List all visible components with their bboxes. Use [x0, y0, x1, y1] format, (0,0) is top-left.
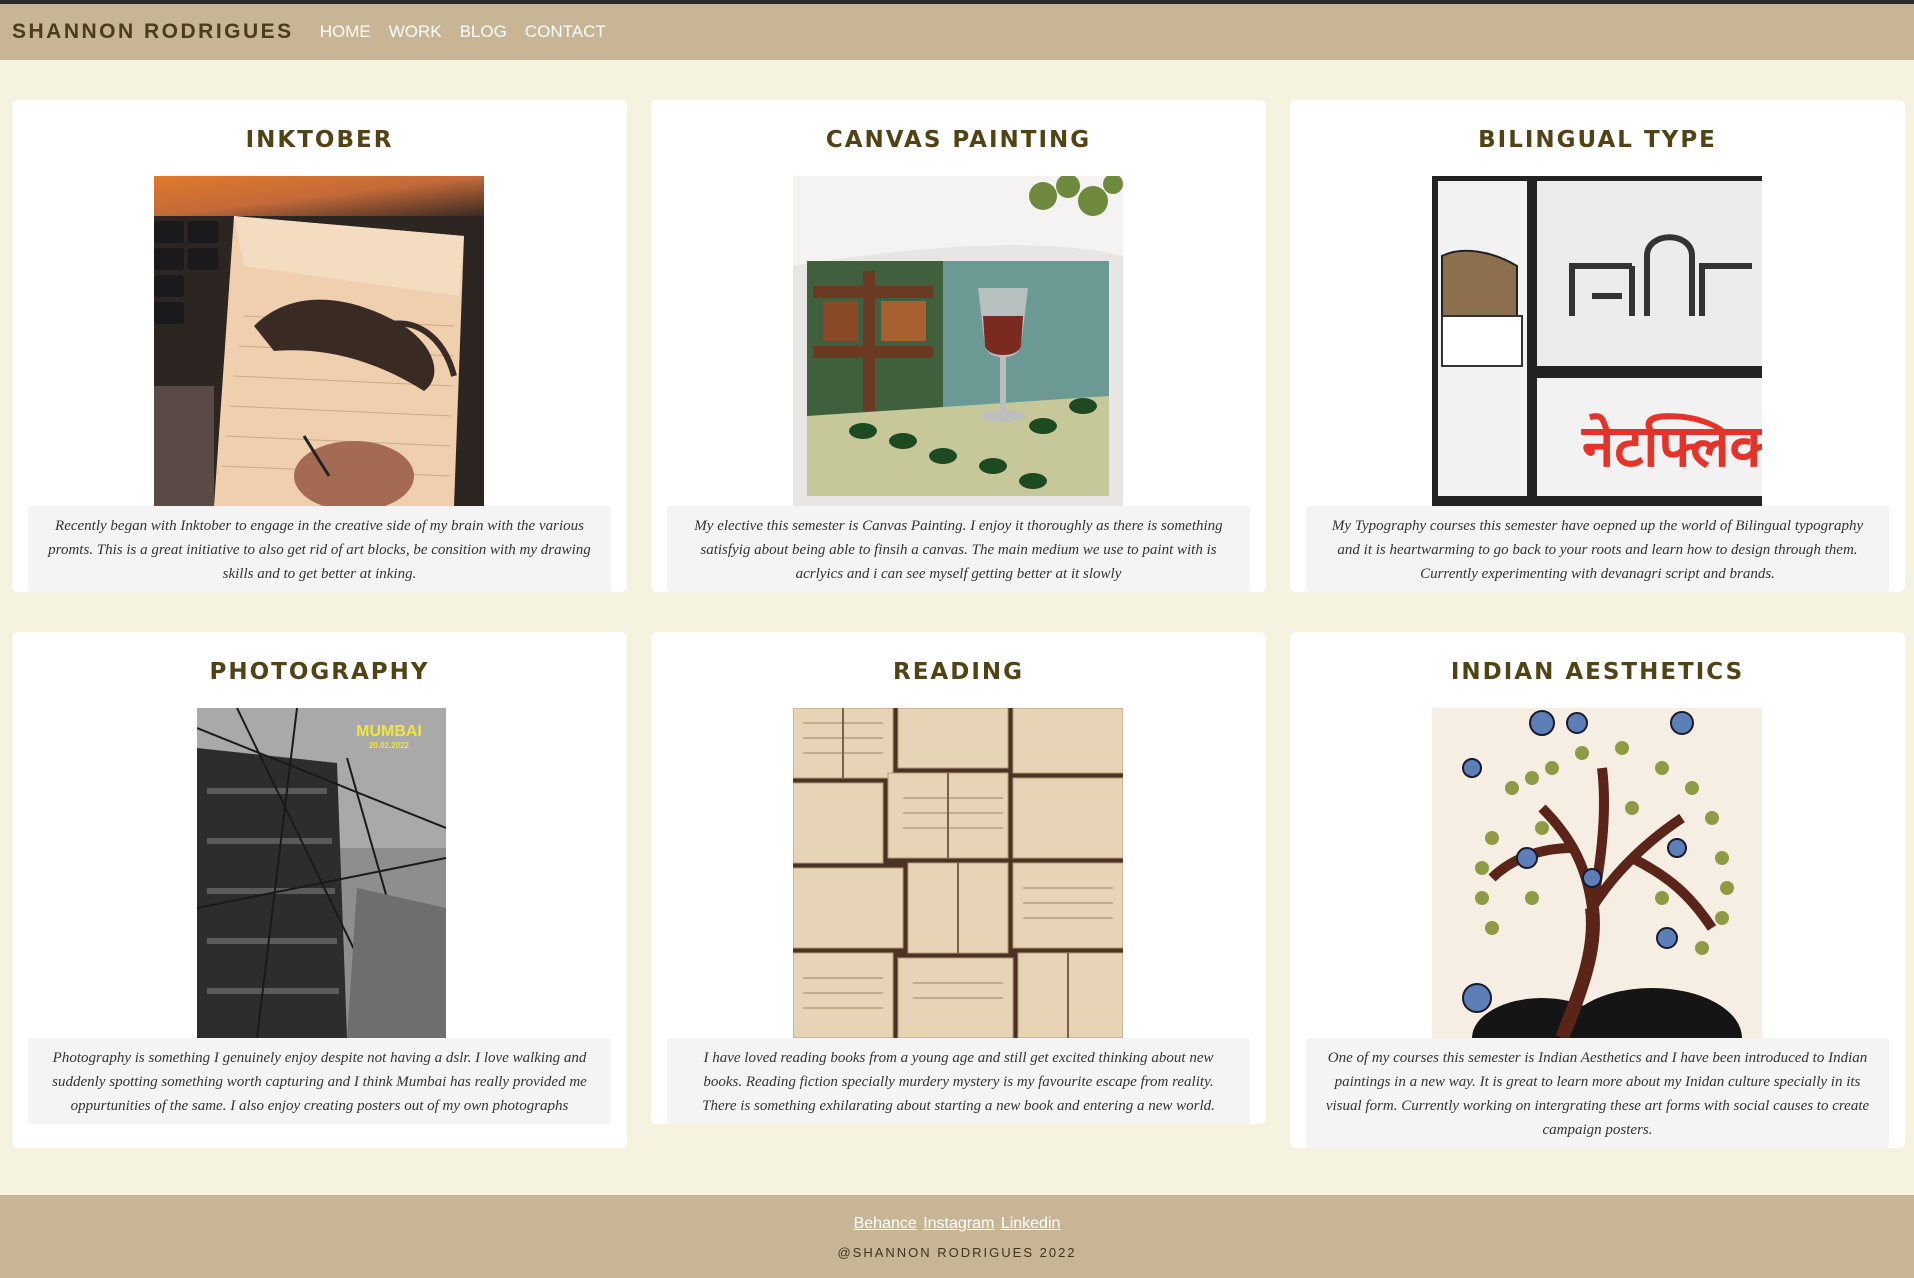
card-description: I have loved reading books from a young … — [667, 1038, 1250, 1124]
instagram-link[interactable]: Instagram — [923, 1215, 994, 1232]
nav-work[interactable]: WORK — [389, 22, 442, 42]
card-title: BILINGUAL TYPE — [1478, 127, 1717, 153]
footer-links: Behance Instagram Linkedin — [0, 1215, 1914, 1233]
photography-image: MUMBAI 20.02.2022 — [197, 708, 446, 1038]
card-title: READING — [893, 659, 1024, 685]
poster-title: MUMBAI — [356, 723, 422, 740]
bilingual-type-image: नेटफ्लिक्स — [1432, 176, 1762, 506]
nav-blog[interactable]: BLOG — [460, 22, 507, 42]
indian-aesthetics-image — [1432, 708, 1762, 1038]
copyright-text: @SHANNON RODRIGUES 2022 — [837, 1245, 1077, 1260]
card-description: My elective this semester is Canvas Pain… — [667, 506, 1250, 592]
poster-date: 20.02.2022 — [369, 741, 410, 750]
site-brand[interactable]: SHANNON RODRIGUES — [12, 20, 294, 44]
linkedin-link[interactable]: Linkedin — [1001, 1215, 1061, 1232]
nav-home[interactable]: HOME — [320, 22, 371, 42]
card-description: Recently began with Inktober to engage i… — [28, 506, 611, 592]
card-bilingual-type: BILINGUAL TYPE नेटफ्लिक्स My Typography … — [1290, 100, 1905, 592]
card-title: CANVAS PAINTING — [825, 127, 1092, 153]
card-reading: READING I have loved reading books from … — [651, 632, 1266, 1124]
nav-contact[interactable]: CONTACT — [525, 22, 606, 42]
site-footer: Behance Instagram Linkedin @SHANNON RODR… — [0, 1195, 1914, 1278]
card-description: Photography is something I genuinely enj… — [28, 1038, 611, 1124]
behance-link[interactable]: Behance — [854, 1215, 917, 1232]
top-navbar: SHANNON RODRIGUES HOME WORK BLOG CONTACT — [0, 4, 1914, 60]
card-title: INDIAN AESTHETICS — [1450, 659, 1745, 685]
card-title: INKTOBER — [245, 127, 394, 153]
card-photography: PHOTOGRAPHY MUMBAI 20.02.2022 Photograph… — [12, 632, 627, 1148]
inktober-image — [154, 176, 484, 506]
card-description: One of my courses this semester is India… — [1306, 1038, 1889, 1148]
canvas-painting-image — [793, 176, 1123, 506]
card-indian-aesthetics: INDIAN AESTHETICS One of my courses this… — [1290, 632, 1905, 1148]
card-canvas-painting: CANVAS PAINTING My elective this semeste… — [651, 100, 1266, 592]
card-title: PHOTOGRAPHY — [209, 659, 430, 685]
reading-image — [793, 708, 1123, 1038]
svg-text:नेटफ्लिक्स: नेटफ्लिक्स — [1581, 412, 1762, 480]
card-inktober: INKTOBER Recently began with Inktober to… — [12, 100, 627, 592]
card-description: My Typography courses this semester have… — [1306, 506, 1889, 592]
